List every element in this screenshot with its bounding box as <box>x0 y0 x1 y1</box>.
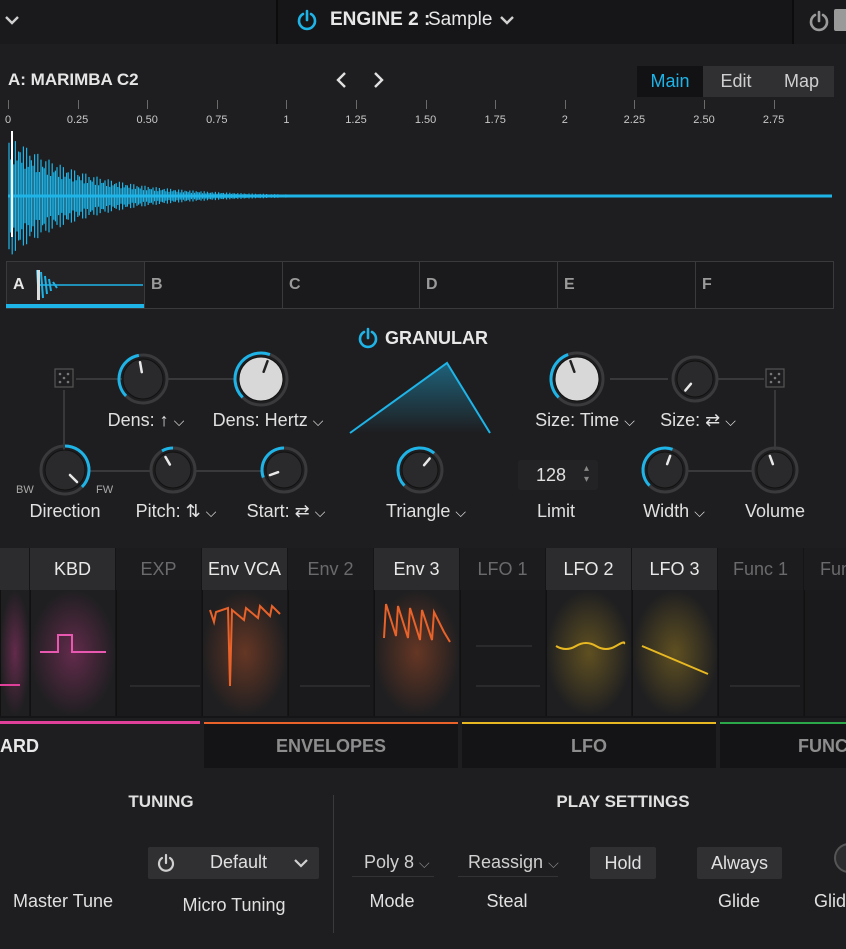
previous-sample-icon[interactable] <box>335 71 349 89</box>
granular-power-icon[interactable] <box>357 327 379 349</box>
mod-tab-lfo-3[interactable]: LFO 3 <box>632 548 717 590</box>
ruler-tick <box>634 100 636 109</box>
sample-name: A: MARIMBA C2 <box>8 70 139 89</box>
dropdown-underline <box>458 876 558 877</box>
dropdown-underline <box>352 876 434 877</box>
ruler-tick <box>564 100 566 109</box>
grain-shape-display[interactable] <box>345 360 495 440</box>
sample-slots: A B C D E F <box>6 261 834 309</box>
tab-functions[interactable]: FUNCT <box>720 724 846 768</box>
engine-title: ENGINE 2 : <box>330 9 431 30</box>
engine-3-label-fragment <box>834 9 846 31</box>
slot-d[interactable]: D <box>420 262 558 308</box>
mod-tab-partial[interactable] <box>0 548 29 590</box>
size-time-dropdown[interactable]: Size: Time ⌵ <box>535 410 635 431</box>
mod-tab-env-3[interactable]: Env 3 <box>374 548 459 590</box>
tab-envelopes[interactable]: ENVELOPES <box>204 724 458 768</box>
hold-button[interactable]: Hold <box>590 847 656 879</box>
power-icon[interactable] <box>808 10 830 32</box>
slot-c[interactable]: C <box>283 262 420 308</box>
engine-1-header[interactable] <box>0 0 278 44</box>
mod-tab-exp[interactable]: EXP <box>116 548 201 590</box>
play-settings-title: PLAY SETTINGS <box>556 792 690 811</box>
volume-knob[interactable] <box>749 444 801 496</box>
fw-label: FW <box>96 484 114 496</box>
bw-label: BW <box>16 484 34 496</box>
size-sync-dropdown[interactable]: Size: ⇄ ⌵ <box>660 410 736 431</box>
slot-b[interactable]: B <box>145 262 283 308</box>
ruler-tick <box>773 100 775 109</box>
engine-mode[interactable]: Sample <box>428 9 492 31</box>
master-tune-label: Master Tune <box>12 891 114 911</box>
limit-label: Limit <box>536 501 576 521</box>
tuning-title: TUNING <box>128 792 194 811</box>
tab-edit[interactable]: Edit <box>703 66 769 97</box>
chevron-down-icon <box>294 859 308 868</box>
slot-e[interactable]: E <box>558 262 696 308</box>
density-hertz-knob[interactable] <box>231 349 291 409</box>
mode-dropdown[interactable]: Poly 8 ⌵ <box>364 852 430 873</box>
slot-a-thumbnail <box>36 269 143 301</box>
mode-label: Mode <box>369 891 415 911</box>
mod-tab-env-2[interactable]: Env 2 <box>288 548 373 590</box>
size-time-knob[interactable] <box>547 349 607 409</box>
ruler-tick <box>704 100 705 109</box>
granular-title: GRANULAR <box>385 328 488 348</box>
tab-map[interactable]: Map <box>769 66 834 97</box>
steal-label: Steal <box>486 891 528 911</box>
tab-lfo[interactable]: LFO <box>462 724 716 768</box>
engine-3-header[interactable] <box>792 0 846 44</box>
ruler-tick <box>286 100 288 109</box>
ruler-tick <box>77 100 79 109</box>
ruler-tick <box>495 100 497 109</box>
volume-label: Volume <box>744 501 806 521</box>
next-sample-icon[interactable] <box>371 71 385 89</box>
pitch-dropdown[interactable]: Pitch: ⇅ ⌵ <box>136 501 217 522</box>
ruler-tick <box>147 100 149 109</box>
direction-knob[interactable] <box>37 442 93 498</box>
tab-main[interactable]: Main <box>637 66 703 97</box>
mod-tab-func-1[interactable]: Func 1 <box>718 548 803 590</box>
chevron-down-icon[interactable] <box>499 14 515 26</box>
start-knob[interactable] <box>258 444 310 496</box>
slot-a[interactable]: A <box>7 262 145 308</box>
start-dropdown[interactable]: Start: ⇄ ⌵ <box>247 501 326 522</box>
micro-tuning-label: Micro Tuning <box>182 895 286 915</box>
mod-visuals <box>0 590 800 716</box>
ruler-tick <box>216 100 218 109</box>
mod-tab-fun[interactable]: Fun <box>804 548 846 590</box>
mod-tab-lfo-2[interactable]: LFO 2 <box>546 548 631 590</box>
active-slot-indicator <box>6 304 144 308</box>
size-sync-knob[interactable] <box>669 353 721 405</box>
ruler-tick <box>425 100 427 109</box>
engine-power-icon[interactable] <box>296 9 318 36</box>
width-dropdown[interactable]: Width ⌵ <box>643 501 705 522</box>
limit-field[interactable]: 128 ▴ ▾ <box>518 460 598 490</box>
density-hertz-dropdown[interactable]: Dens: Hertz ⌵ <box>213 410 324 431</box>
stepper-arrows-icon: ▴ ▾ <box>584 463 590 485</box>
glide-time-label: Glid <box>814 891 846 911</box>
waveform-display[interactable] <box>0 125 846 260</box>
micro-tuning-dropdown[interactable]: Default <box>148 847 319 879</box>
pitch-knob[interactable] <box>147 444 199 496</box>
steal-dropdown[interactable]: Reassign ⌵ <box>468 852 559 873</box>
mod-tab-env-vca[interactable]: Env VCA <box>202 548 287 590</box>
mod-tab-kbd[interactable]: KBD <box>30 548 115 590</box>
width-knob[interactable] <box>639 444 691 496</box>
chevron-down-icon[interactable] <box>4 14 20 26</box>
grain-shape-knob[interactable] <box>394 444 446 496</box>
micro-tuning-power-icon[interactable] <box>156 853 176 873</box>
ruler-tick <box>8 100 9 109</box>
density-rate-knob[interactable] <box>115 351 171 407</box>
density-rate-dropdown[interactable]: Dens: ↑ ⌵ <box>108 410 185 431</box>
tab-keyboard[interactable]: ARD <box>0 724 200 768</box>
mod-tab-lfo-1[interactable]: LFO 1 <box>460 548 545 590</box>
grain-shape-dropdown[interactable]: Triangle ⌵ <box>386 501 466 522</box>
glide-mode-button[interactable]: Always <box>697 847 782 879</box>
slot-f[interactable]: F <box>696 262 834 308</box>
ruler-tick <box>356 100 357 109</box>
direction-label: Direction <box>29 501 101 521</box>
section-divider <box>333 795 334 933</box>
glide-label: Glide <box>717 891 761 911</box>
